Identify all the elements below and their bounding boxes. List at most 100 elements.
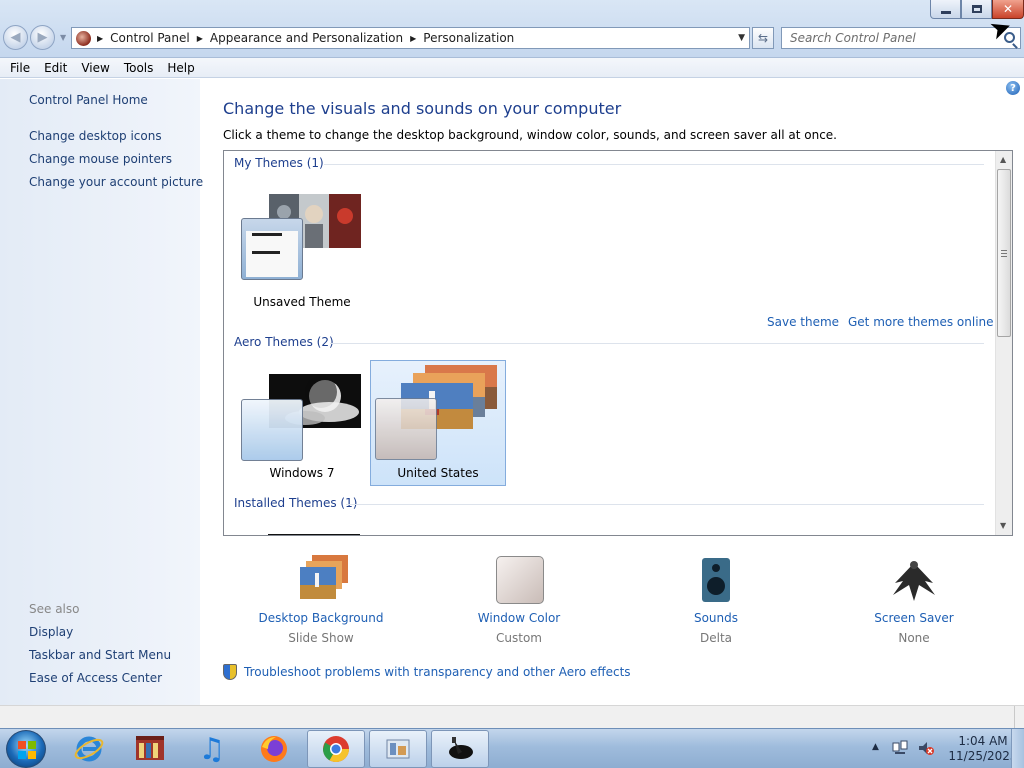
theme-name-unsaved: Unsaved Theme	[253, 295, 351, 309]
save-theme-link[interactable]: Save theme	[767, 315, 839, 329]
breadcrumb-separator-icon[interactable]: ▶	[97, 34, 103, 43]
left-navigation-pane: Control Panel Home Change desktop icons …	[0, 79, 203, 705]
theme-united-states[interactable]: United States	[370, 360, 506, 486]
themes-list: My Themes (1) Unsaved Theme Save theme G…	[223, 150, 1013, 536]
taskbar-music[interactable]: ♫	[183, 730, 241, 768]
screen-saver-value: None	[898, 631, 930, 645]
clock-date: 11/25/2023	[948, 749, 1018, 763]
troubleshoot-row[interactable]: Troubleshoot problems with transparency …	[223, 664, 631, 680]
change-account-picture-link[interactable]: Change your account picture	[29, 175, 203, 189]
sounds-label[interactable]: Sounds	[636, 611, 796, 625]
show-desktop-button[interactable]	[1011, 729, 1024, 768]
scroll-down-icon[interactable]: ▼	[1000, 521, 1006, 530]
refresh-icon: ⇆	[757, 31, 769, 45]
windows7-window-icon	[241, 399, 303, 461]
screen-saver-label[interactable]: Screen Saver	[834, 611, 994, 625]
recent-pages-dropdown-icon[interactable]: ▼	[60, 33, 66, 42]
menu-tools[interactable]: Tools	[124, 61, 154, 75]
taskbar-start-menu-link[interactable]: Taskbar and Start Menu	[29, 648, 171, 662]
page-title: Change the visuals and sounds on your co…	[223, 99, 622, 118]
library-icon	[136, 736, 164, 760]
group-divider	[330, 343, 984, 344]
system-clock[interactable]: 1:04 AM 11/25/2023	[948, 734, 1018, 764]
desktop-background-label[interactable]: Desktop Background	[241, 611, 401, 625]
menu-help[interactable]: Help	[167, 61, 194, 75]
taskbar-internet-explorer[interactable]	[60, 730, 118, 768]
firefox-icon	[261, 736, 287, 762]
change-mouse-pointers-link[interactable]: Change mouse pointers	[29, 152, 172, 166]
shield-icon	[223, 664, 237, 680]
taskbar-firefox[interactable]	[245, 730, 303, 768]
menu-view[interactable]: View	[81, 61, 109, 75]
united-states-window-icon	[375, 398, 437, 460]
menu-bar: File Edit View Tools Help	[0, 58, 1024, 78]
chrome-icon	[322, 736, 350, 763]
status-bar	[0, 705, 1024, 728]
change-desktop-icons-link[interactable]: Change desktop icons	[29, 129, 162, 143]
minimize-button[interactable]	[930, 0, 961, 19]
taskbar-chrome[interactable]	[307, 730, 365, 768]
sounds-value: Delta	[699, 631, 732, 645]
scrollbar-thumb[interactable]	[997, 169, 1011, 337]
scroll-up-icon[interactable]: ▲	[1000, 155, 1006, 164]
sounds-setting[interactable]: Sounds Delta	[636, 553, 796, 645]
group-header-installed-themes: Installed Themes (1)	[234, 496, 358, 510]
start-button[interactable]	[6, 730, 46, 768]
back-button[interactable]: ◀	[3, 25, 28, 50]
breadcrumb-separator-icon[interactable]: ▶	[410, 34, 416, 43]
window-color-setting[interactable]: Window Color Custom	[439, 553, 599, 645]
desktop-background-value: Slide Show	[288, 631, 354, 645]
breadcrumb-separator-icon[interactable]: ▶	[197, 34, 203, 43]
breadcrumb-control-panel[interactable]: Control Panel	[110, 31, 190, 45]
taskbar-library[interactable]	[121, 730, 179, 768]
help-icon[interactable]: ?	[1006, 81, 1020, 95]
restore-button[interactable]	[961, 0, 992, 19]
window-color-label[interactable]: Window Color	[439, 611, 599, 625]
resize-grip[interactable]	[1014, 706, 1024, 728]
page-subtitle: Click a theme to change the desktop back…	[223, 128, 837, 142]
restore-icon	[971, 5, 982, 13]
display-link[interactable]: Display	[29, 625, 73, 639]
ease-of-access-link[interactable]: Ease of Access Center	[29, 671, 162, 685]
screen-saver-icon	[885, 553, 943, 603]
address-dropdown-icon[interactable]: ▼	[738, 33, 745, 43]
group-header-aero-themes: Aero Themes (2)	[234, 335, 334, 349]
windows-logo-icon	[18, 741, 36, 759]
back-arrow-icon: ◀	[10, 30, 21, 45]
desktop-background-setting[interactable]: Desktop Background Slide Show	[241, 553, 401, 645]
breadcrumb-personalization[interactable]: Personalization	[423, 31, 514, 45]
group-header-my-themes: My Themes (1)	[234, 156, 324, 170]
troubleshoot-link[interactable]: Troubleshoot problems with transparency …	[244, 665, 631, 679]
control-panel-window-icon	[386, 739, 410, 759]
refresh-button[interactable]: ⇆	[752, 27, 774, 49]
network-icon[interactable]	[892, 740, 908, 756]
show-hidden-icons-icon[interactable]: ▲	[872, 742, 879, 752]
speaker-icon	[687, 553, 745, 603]
taskbar: ♫ ▲ 1:04 AM 11/25/2023	[0, 728, 1024, 768]
window-color-value: Custom	[496, 631, 542, 645]
address-bar[interactable]: ▶ Control Panel ▶ Appearance and Persona…	[71, 27, 750, 49]
window-title-bar: ✕ ◀ ▶ ▼ ▶ Control Panel ▶ Appearance and…	[0, 0, 1024, 58]
menu-edit[interactable]: Edit	[44, 61, 67, 75]
volume-muted-icon[interactable]	[918, 740, 934, 756]
theme-unsaved[interactable]: Unsaved Theme	[234, 189, 370, 315]
breadcrumb-appearance[interactable]: Appearance and Personalization	[210, 31, 403, 45]
get-more-themes-link[interactable]: Get more themes online	[848, 315, 994, 329]
group-divider	[324, 164, 984, 165]
theme-windows-7[interactable]: Windows 7	[234, 360, 370, 486]
themes-scrollbar[interactable]: ▲ ▼	[995, 151, 1012, 535]
search-input[interactable]	[790, 31, 990, 45]
taskbar-personalization[interactable]	[431, 730, 489, 768]
control-panel-home-link[interactable]: Control Panel Home	[29, 93, 148, 107]
personalization-icon	[449, 737, 473, 759]
unsaved-theme-window-icon	[241, 218, 303, 280]
caption-buttons: ✕	[930, 0, 1024, 20]
taskbar-control-panel[interactable]	[369, 730, 427, 768]
search-box[interactable]	[781, 27, 1021, 49]
installed-theme-thumbnail[interactable]	[268, 534, 360, 535]
menu-file[interactable]: File	[10, 61, 30, 75]
forward-button[interactable]: ▶	[30, 25, 55, 50]
screen-saver-setting[interactable]: Screen Saver None	[834, 553, 994, 645]
theme-name-windows-7: Windows 7	[269, 466, 335, 480]
see-also-heading: See also	[29, 602, 80, 616]
